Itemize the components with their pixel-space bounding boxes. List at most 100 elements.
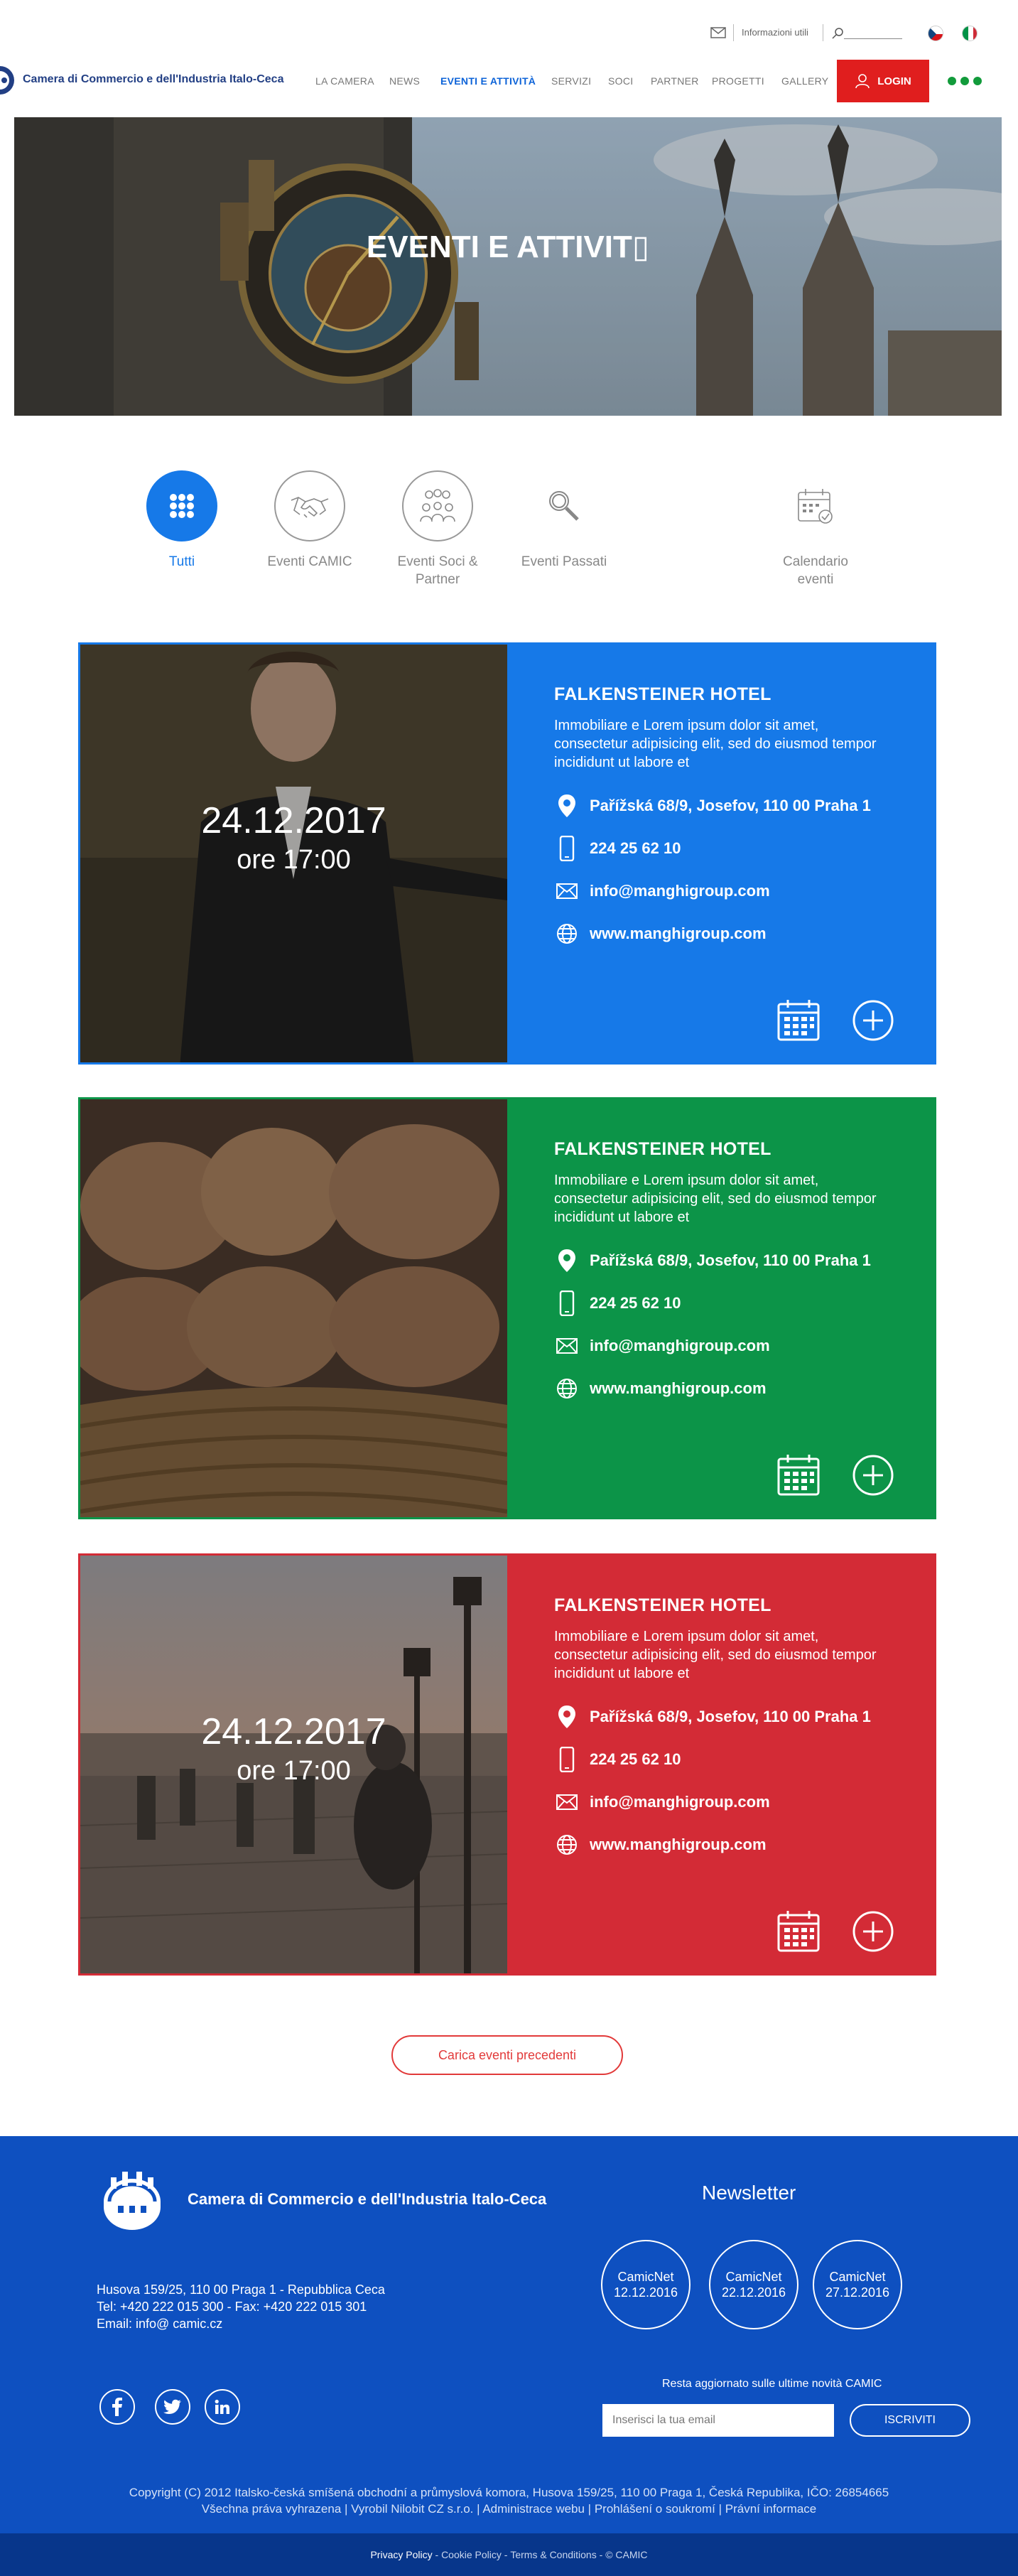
newsletter-issue[interactable]: CamicNet 12.12.2016 (601, 2240, 691, 2329)
load-previous-events-button[interactable]: Carica eventi precedenti (391, 2035, 623, 2075)
prague-clock-photo (14, 117, 1002, 416)
separator: - (596, 2549, 606, 2560)
plus-circle-icon[interactable] (852, 1910, 894, 1953)
add-to-calendar-icon[interactable] (776, 998, 821, 1042)
filter-calendario[interactable]: Calendario eventi (766, 470, 865, 588)
nav-soci[interactable]: SOCI (608, 75, 633, 87)
nav-partner[interactable]: PARTNER (651, 75, 699, 87)
linkedin-icon[interactable] (205, 2389, 240, 2425)
add-to-calendar-icon[interactable] (776, 1453, 821, 1497)
terms-link[interactable]: Terms & Conditions (510, 2549, 596, 2560)
event-email[interactable]: info@manghigroup.com (590, 1793, 770, 1811)
brand-copyright: © CAMIC (605, 2549, 648, 2560)
event-website[interactable]: www.manghigroup.com (590, 1379, 767, 1398)
filter-eventi-passati[interactable]: Eventi Passati (514, 470, 614, 571)
event-card[interactable]: FALKENSTEINER HOTEL Immobiliare e Lorem … (78, 1097, 936, 1519)
nav-la-camera[interactable]: LA CAMERA (315, 75, 374, 87)
event-website[interactable]: www.manghigroup.com (590, 925, 767, 943)
nav-progetti[interactable]: PROGETTI (712, 75, 764, 87)
phone-icon (554, 836, 580, 861)
event-address: Pařížská 68/9, Josefov, 110 00 Praha 1 (590, 797, 871, 814)
event-phone[interactable]: 224 25 62 10 (590, 1750, 681, 1769)
filter-label: Eventi Soci & Partner (397, 554, 478, 587)
globe-icon (554, 921, 580, 947)
event-phone[interactable]: 224 25 62 10 (590, 839, 681, 858)
nav-gallery[interactable]: GALLERY (781, 75, 828, 87)
separator: - (432, 2549, 442, 2560)
footer-email[interactable]: Email: info@ camic.cz (97, 2315, 385, 2332)
search-input[interactable] (844, 38, 902, 39)
event-card[interactable]: 24.12.2017 ore 17:00 FALKENSTEINER HOTEL… (78, 642, 936, 1065)
info-link[interactable]: Informazioni utili (742, 27, 808, 38)
filter-soci-partner[interactable]: Eventi Soci & Partner (388, 470, 487, 588)
nav-eventi[interactable]: EVENTI E ATTIVITÀ (440, 75, 536, 87)
login-button[interactable]: LOGIN (837, 60, 929, 102)
event-info-panel: FALKENSTEINER HOTEL Immobiliare e Lorem … (507, 1099, 934, 1517)
newsletter-email-input[interactable] (602, 2404, 834, 2437)
event-website[interactable]: www.manghigroup.com (590, 1836, 767, 1854)
event-card[interactable]: 24.12.2017 ore 17:00 FALKENSTEINER HOTEL… (78, 1553, 936, 1976)
event-email[interactable]: info@manghigroup.com (590, 882, 770, 900)
add-to-calendar-icon[interactable] (776, 1909, 821, 1953)
mail-icon[interactable] (710, 27, 726, 38)
event-time: ore 17:00 (237, 845, 351, 875)
filter-label: Eventi CAMIC (267, 554, 352, 569)
search-icon[interactable] (831, 27, 844, 40)
italian-flag-icon[interactable] (962, 26, 978, 41)
newsletter-date: 22.12.2016 (721, 2285, 786, 2300)
event-email[interactable]: info@manghigroup.com (590, 1337, 770, 1355)
filter-eventi-camic[interactable]: Eventi CAMIC (260, 470, 359, 571)
phone-icon (554, 1747, 580, 1772)
event-title[interactable]: FALKENSTEINER HOTEL (554, 684, 934, 705)
more-menu-icon[interactable] (948, 77, 982, 85)
cookie-policy-link[interactable]: Cookie Policy (441, 2549, 502, 2560)
envelope-icon (554, 1333, 580, 1359)
newsletter-issue[interactable]: CamicNet 27.12.2016 (813, 2240, 902, 2329)
event-title[interactable]: FALKENSTEINER HOTEL (554, 1139, 934, 1160)
envelope-icon (554, 1789, 580, 1815)
newsletter-name: CamicNet (725, 2270, 782, 2284)
charles-bridge-photo: 24.12.2017 ore 17:00 (80, 1556, 507, 1973)
envelope-icon (554, 878, 580, 904)
plus-circle-icon[interactable] (852, 999, 894, 1042)
event-date: 24.12.2017 (201, 1711, 386, 1752)
footer: Camera di Commercio e dell'Industria Ita… (0, 2136, 1018, 2533)
newsletter-date: 27.12.2016 (825, 2285, 890, 2300)
newsletter-name: CamicNet (617, 2270, 674, 2284)
privacy-policy-link[interactable]: Privacy Policy (370, 2549, 432, 2560)
nav-servizi[interactable]: SERVIZI (551, 75, 591, 87)
footer-logo-icon[interactable] (97, 2166, 168, 2230)
facebook-icon[interactable] (99, 2389, 135, 2425)
magnifier-icon (529, 470, 600, 541)
nav-news[interactable]: NEWS (389, 75, 420, 87)
site-title[interactable]: Camera di Commercio e dell'Industria Ita… (23, 73, 283, 86)
event-description: Immobiliare e Lorem ipsum dolor sit amet… (554, 718, 877, 770)
globe-icon (554, 1832, 580, 1858)
legal-links[interactable]: Všechna práva vyhrazena | Vyrobil Nilobi… (0, 2501, 1018, 2517)
plus-circle-icon[interactable] (852, 1454, 894, 1497)
event-date-block: 24.12.2017 ore 17:00 (80, 1710, 507, 1787)
newsletter-issue[interactable]: CamicNet 22.12.2016 (709, 2240, 798, 2329)
divider (733, 24, 734, 41)
footer-contact: Husova 159/25, 110 00 Praga 1 - Repubbli… (97, 2281, 385, 2332)
subscribe-button[interactable]: ISCRIVITI (850, 2404, 970, 2437)
event-description: Immobiliare e Lorem ipsum dolor sit amet… (554, 1173, 877, 1225)
filter-tutti[interactable]: Tutti (132, 470, 232, 571)
event-title[interactable]: FALKENSTEINER HOTEL (554, 1595, 934, 1616)
event-date-block: 24.12.2017 ore 17:00 (80, 799, 507, 875)
event-time: ore 17:00 (237, 1756, 351, 1786)
newsletter-date: 12.12.2016 (613, 2285, 678, 2300)
filter-label: Tutti (168, 554, 195, 569)
location-pin-icon (554, 793, 580, 819)
event-date-block (80, 1254, 507, 1257)
subscribe-caption: Resta aggiornato sulle ultime novità CAM… (662, 2378, 882, 2390)
event-date: 24.12.2017 (201, 800, 386, 841)
login-label: LOGIN (877, 75, 911, 87)
footer-org-name: Camera di Commercio e dell'Industria Ita… (188, 2190, 547, 2208)
event-phone[interactable]: 224 25 62 10 (590, 1294, 681, 1313)
czech-flag-icon[interactable] (928, 26, 943, 41)
twitter-icon[interactable] (155, 2389, 190, 2425)
location-pin-icon (554, 1704, 580, 1730)
logo-icon[interactable] (0, 63, 18, 98)
handshake-icon (274, 470, 345, 541)
